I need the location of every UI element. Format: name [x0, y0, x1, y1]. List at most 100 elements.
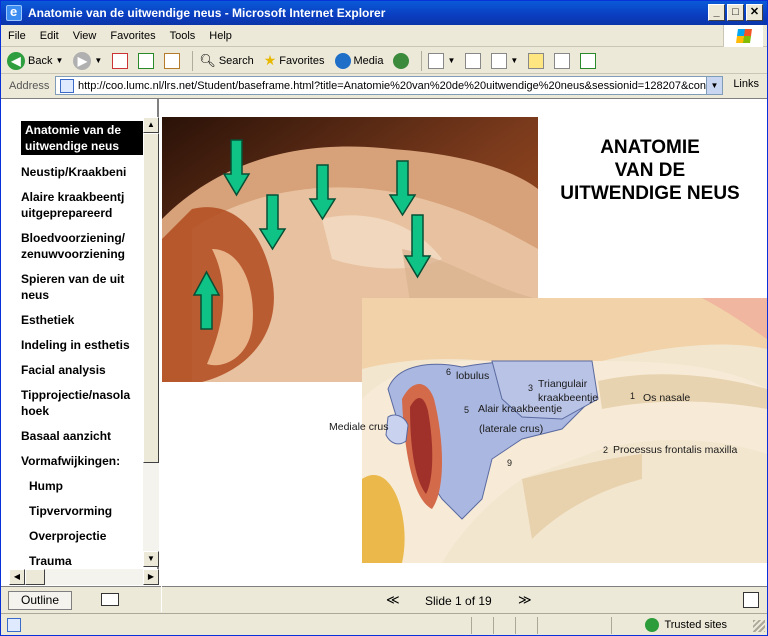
status-divider	[471, 617, 472, 634]
slideshow-icon[interactable]	[743, 592, 759, 608]
history-icon	[393, 52, 410, 69]
home-icon	[164, 52, 181, 69]
page-icon	[7, 617, 21, 632]
favorites-label: Favorites	[279, 54, 325, 67]
chevron-down-icon: ▼	[94, 56, 103, 65]
scroll-right-button[interactable]: ▶	[143, 569, 159, 585]
outline-item-hump[interactable]: Hump	[21, 478, 143, 494]
mail-button[interactable]: ▼	[426, 50, 457, 72]
menu-tools[interactable]: Tools	[163, 30, 203, 42]
scroll-left-button[interactable]: ◀	[9, 569, 25, 585]
maximize-button[interactable]: □	[727, 4, 744, 21]
label-triangulair: Triangulair	[538, 378, 588, 390]
menu-favorites[interactable]: Favorites	[103, 30, 162, 42]
outline-item-neustip[interactable]: Neustip/Kraakbeni	[21, 164, 143, 180]
outline-pane: Anatomie van de uitwendige neus Neustip/…	[5, 99, 159, 585]
outline-item-facial-analysis[interactable]: Facial analysis	[21, 362, 143, 378]
outline-item-alaire[interactable]: Alaire kraakbeentj uitgeprepareerd	[21, 189, 143, 221]
outline-item-esthetiek[interactable]: Esthetiek	[21, 312, 143, 328]
refresh-icon	[138, 52, 155, 69]
scroll-up-button[interactable]: ▲	[143, 117, 159, 133]
chevron-down-icon: ▼	[55, 56, 64, 65]
search-label: Search	[218, 54, 254, 67]
stop-button[interactable]	[110, 50, 130, 72]
notes-icon[interactable]	[101, 593, 119, 606]
slide-outline-list: Anatomie van de uitwendige neus Neustip/…	[21, 121, 143, 567]
resize-grip-icon[interactable]	[753, 620, 765, 632]
print-button[interactable]	[463, 50, 483, 72]
history-button[interactable]	[391, 50, 411, 72]
scroll-thumb[interactable]	[143, 133, 159, 463]
next-slide-button[interactable]: ≫	[518, 592, 532, 608]
edit-button[interactable]: ▼	[489, 50, 520, 72]
outline-horizontal-scrollbar[interactable]: ◀ ▶	[9, 569, 159, 585]
outline-item-anatomie[interactable]: Anatomie van de uitwendige neus	[21, 121, 143, 155]
outline-item-line: Tipvervorming	[29, 504, 113, 518]
outline-item-line: Spieren van de uit	[21, 272, 125, 286]
outline-item-line: uitwendige neus	[25, 139, 120, 153]
label-processus: Processus frontalis maxilla	[613, 444, 737, 456]
discuss-button[interactable]	[526, 50, 546, 72]
home-button[interactable]	[162, 50, 182, 72]
address-input[interactable]: http://coo.lumc.nl/lrs.net/Student/basef…	[55, 76, 723, 95]
scroll-down-button[interactable]: ▼	[143, 551, 159, 567]
menu-view[interactable]: View	[66, 30, 104, 42]
research-button[interactable]	[552, 50, 572, 72]
label-lobulus: lobulus	[456, 370, 489, 382]
outline-button[interactable]: Outline	[8, 591, 72, 610]
refresh-button[interactable]	[136, 50, 156, 72]
outline-item-overprojectie[interactable]: Overprojectie	[21, 528, 143, 544]
messenger-icon	[580, 52, 597, 69]
outline-item-line: zenuwvoorziening	[21, 247, 126, 261]
outline-item-trauma[interactable]: Trauma	[21, 553, 143, 567]
edit-icon	[491, 52, 508, 69]
toolbar-divider	[421, 50, 423, 71]
outline-item-line: Basaal aanzicht	[21, 429, 112, 443]
menu-help[interactable]: Help	[202, 30, 239, 42]
forward-button[interactable]: ▶ ▼	[71, 50, 104, 72]
scroll-thumb[interactable]	[25, 569, 45, 585]
outline-toolbar: Outline	[1, 586, 161, 613]
outline-item-tipvervorming[interactable]: Tipvervorming	[21, 503, 143, 519]
outline-item-tipprojectie[interactable]: Tipprojectie/nasola hoek	[21, 387, 143, 419]
zone-label: Trusted sites	[664, 619, 727, 631]
outline-item-indeling[interactable]: Indeling in esthetis	[21, 337, 143, 353]
label-mediale-crus: Mediale crus	[329, 421, 389, 433]
search-button[interactable]: 🔍︎ Search	[197, 50, 255, 72]
favorites-button[interactable]: ★ Favorites	[262, 50, 327, 72]
label-number: 2	[603, 445, 608, 455]
menu-edit[interactable]: Edit	[33, 30, 66, 42]
status-divider	[537, 617, 538, 634]
previous-slide-button[interactable]: ≪	[386, 592, 400, 608]
menu-file[interactable]: File	[1, 30, 33, 42]
minimize-button[interactable]: _	[708, 4, 725, 21]
address-label: Address	[9, 80, 50, 92]
address-bar: Address http://coo.lumc.nl/lrs.net/Stude…	[1, 75, 767, 97]
outline-vertical-scrollbar[interactable]: ▲ ▼	[143, 117, 159, 567]
stop-icon	[112, 52, 129, 69]
close-button[interactable]: ✕	[746, 4, 763, 21]
label-number: 9	[507, 458, 512, 468]
back-label: Back	[28, 54, 53, 67]
page-content: Anatomie van de uitwendige neus Neustip/…	[1, 98, 767, 613]
outline-item-line: Tipprojectie/nasola	[21, 388, 131, 402]
toolbar-divider	[192, 50, 194, 71]
security-zone: Trusted sites	[645, 618, 727, 632]
outline-item-line: Hump	[29, 479, 63, 493]
messenger-button[interactable]	[578, 50, 598, 72]
links-button[interactable]: Links	[733, 78, 759, 90]
label-number: 5	[464, 405, 469, 415]
chevron-down-icon: ▼	[510, 56, 519, 65]
label-number: 3	[528, 383, 533, 393]
media-button[interactable]: Media	[333, 50, 386, 72]
outline-item-bloedvoorziening[interactable]: Bloedvoorziening/ zenuwvoorziening	[21, 230, 143, 262]
address-dropdown-button[interactable]: ▼	[706, 77, 722, 94]
outline-item-basaal[interactable]: Basaal aanzicht	[21, 428, 143, 444]
outline-item-line: Indeling in esthetis	[21, 338, 130, 352]
outline-item-vormafwijkingen[interactable]: Vormafwijkingen:	[21, 453, 143, 469]
outline-item-line: Trauma	[29, 554, 72, 567]
media-label: Media	[353, 54, 384, 67]
back-button[interactable]: ◀ Back ▼	[5, 50, 65, 72]
outline-item-spieren[interactable]: Spieren van de uit neus	[21, 271, 143, 303]
status-divider	[515, 617, 516, 634]
